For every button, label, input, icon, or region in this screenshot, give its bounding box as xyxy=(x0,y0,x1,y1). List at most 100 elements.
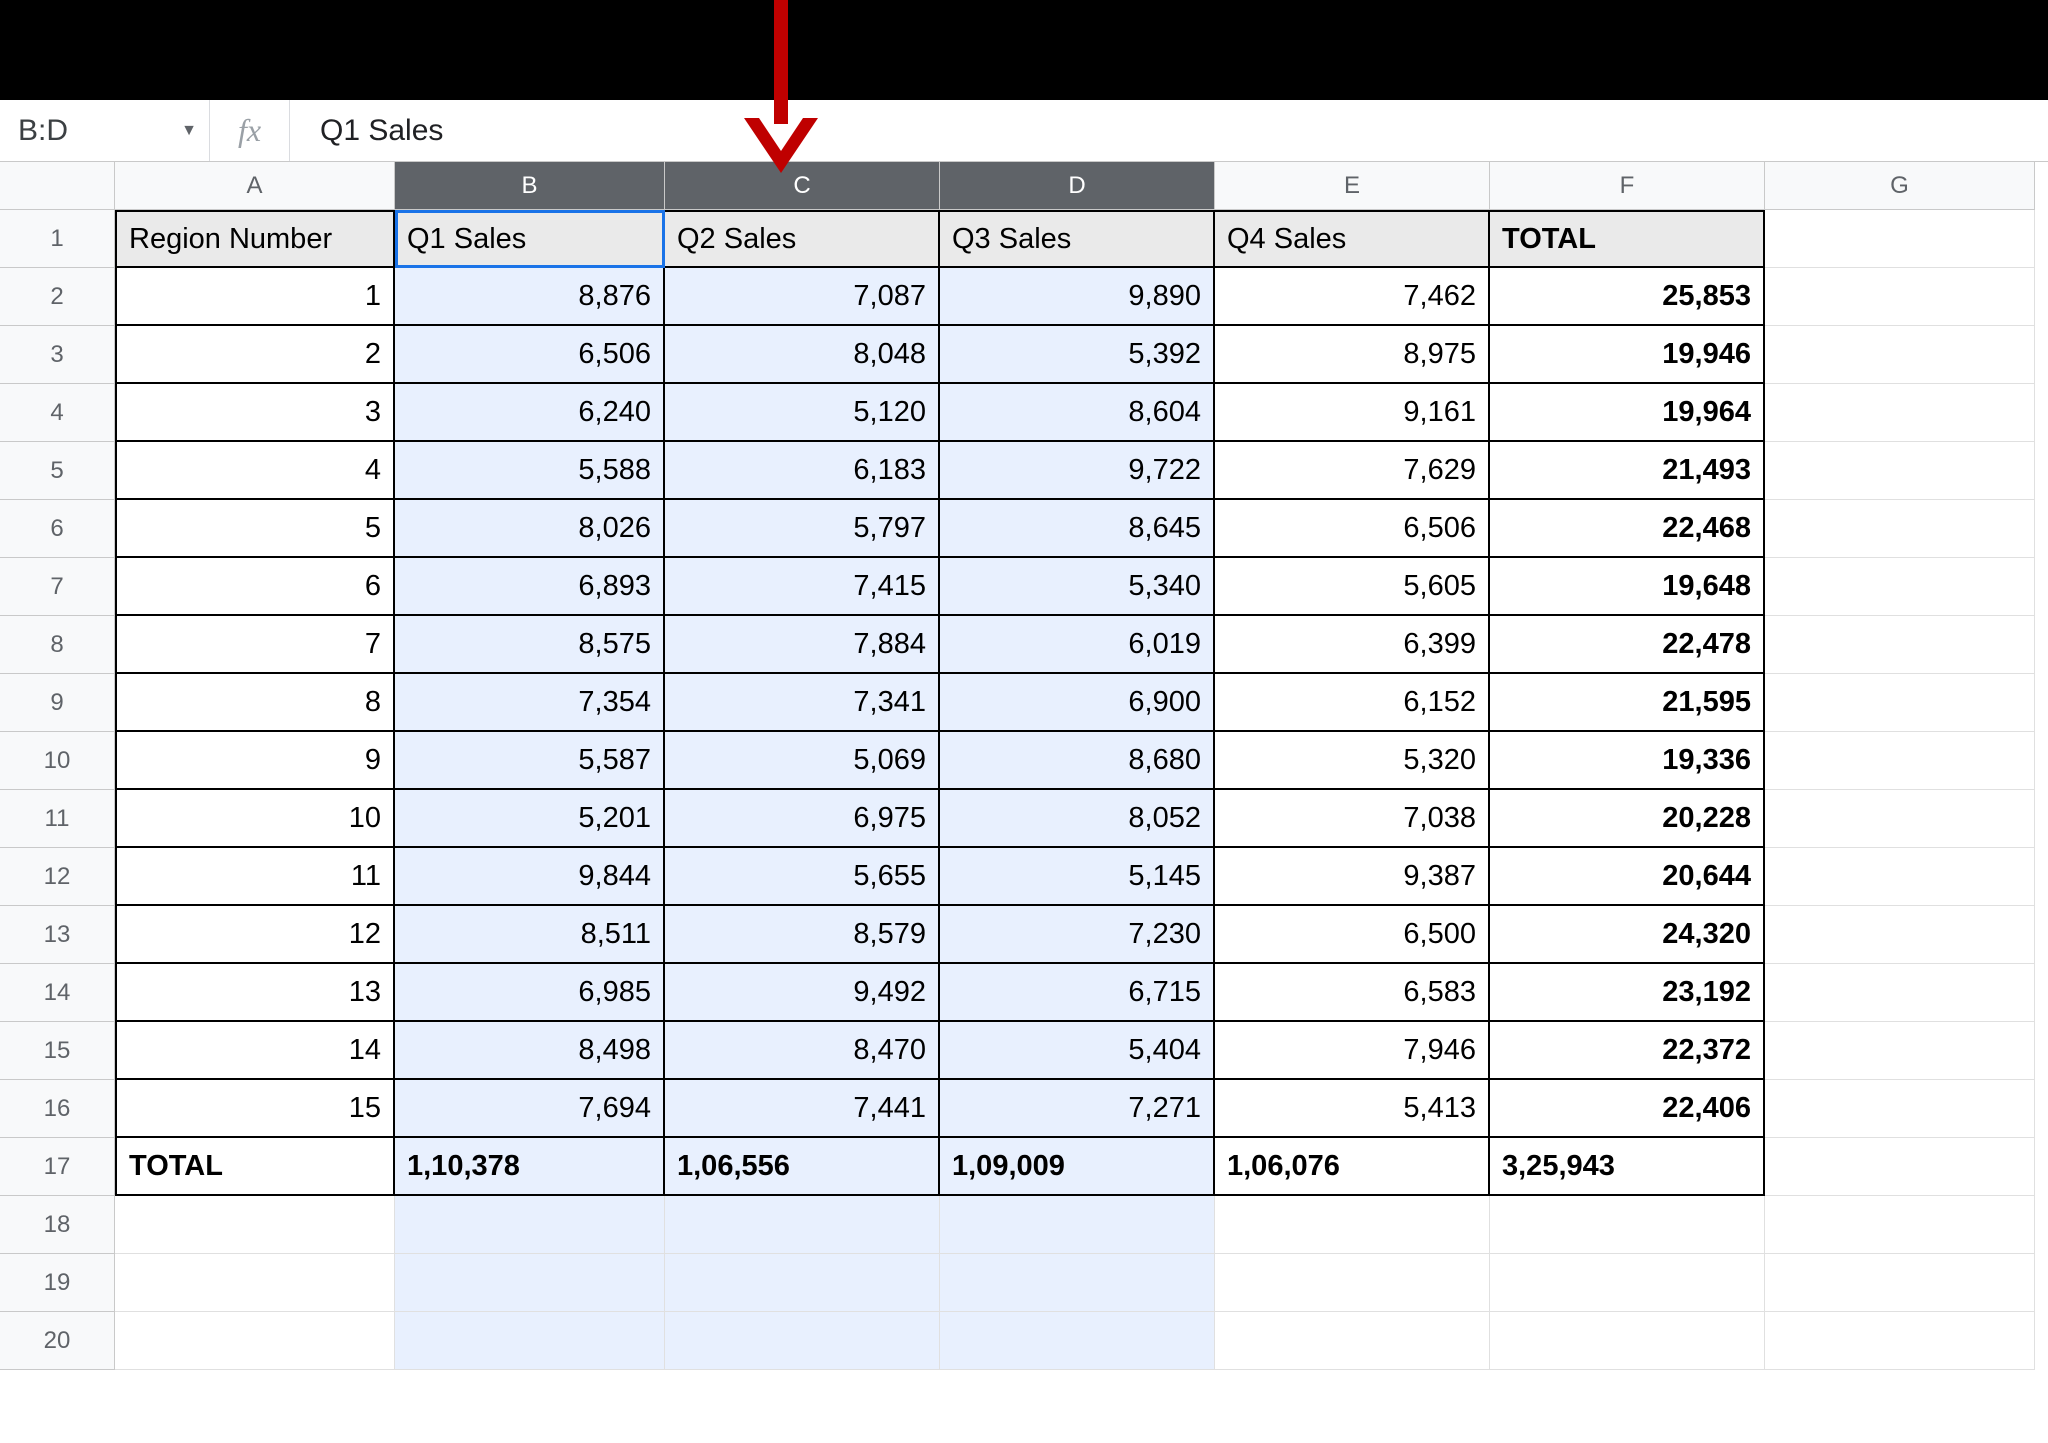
cell[interactable]: Region Number xyxy=(115,210,395,268)
cell[interactable] xyxy=(1765,616,2035,674)
cell[interactable]: 1,06,076 xyxy=(1215,1138,1490,1196)
cell[interactable]: 25,853 xyxy=(1490,268,1765,326)
row-header-2[interactable]: 2 xyxy=(0,268,115,326)
cell[interactable] xyxy=(1490,1196,1765,1254)
cell[interactable]: 7,087 xyxy=(665,268,940,326)
column-header-D[interactable]: D xyxy=(940,162,1215,210)
cell[interactable] xyxy=(1765,384,2035,442)
cell[interactable]: 9,722 xyxy=(940,442,1215,500)
row-header-12[interactable]: 12 xyxy=(0,848,115,906)
name-box-dropdown-icon[interactable]: ▼ xyxy=(181,122,209,140)
cell[interactable] xyxy=(1490,1312,1765,1370)
cell[interactable] xyxy=(1765,326,2035,384)
row-header-5[interactable]: 5 xyxy=(0,442,115,500)
cell[interactable]: 8,645 xyxy=(940,500,1215,558)
row-header-7[interactable]: 7 xyxy=(0,558,115,616)
cell[interactable]: 13 xyxy=(115,964,395,1022)
cell[interactable]: 24,320 xyxy=(1490,906,1765,964)
cell[interactable]: 7,271 xyxy=(940,1080,1215,1138)
cell[interactable]: 21,493 xyxy=(1490,442,1765,500)
row-header-15[interactable]: 15 xyxy=(0,1022,115,1080)
cell[interactable]: 1,09,009 xyxy=(940,1138,1215,1196)
row-header-8[interactable]: 8 xyxy=(0,616,115,674)
row-header-9[interactable]: 9 xyxy=(0,674,115,732)
cell[interactable]: 9,387 xyxy=(1215,848,1490,906)
cell[interactable]: 8,048 xyxy=(665,326,940,384)
row-header-16[interactable]: 16 xyxy=(0,1080,115,1138)
cell[interactable]: 7,884 xyxy=(665,616,940,674)
cell[interactable] xyxy=(1765,500,2035,558)
cell[interactable]: 8,470 xyxy=(665,1022,940,1080)
cell[interactable]: Q3 Sales xyxy=(940,210,1215,268)
cell[interactable]: 19,946 xyxy=(1490,326,1765,384)
cell[interactable] xyxy=(1765,1080,2035,1138)
cell[interactable]: 4 xyxy=(115,442,395,500)
row-header-10[interactable]: 10 xyxy=(0,732,115,790)
row-header-18[interactable]: 18 xyxy=(0,1196,115,1254)
cell[interactable]: 1 xyxy=(115,268,395,326)
cell[interactable] xyxy=(1765,964,2035,1022)
cell[interactable]: 9,161 xyxy=(1215,384,1490,442)
cell[interactable]: 5,392 xyxy=(940,326,1215,384)
cell[interactable]: 5,413 xyxy=(1215,1080,1490,1138)
row-header-1[interactable]: 1 xyxy=(0,210,115,268)
name-box[interactable]: B:D ▼ xyxy=(0,100,210,161)
cell[interactable] xyxy=(1765,1254,2035,1312)
cell[interactable]: 22,478 xyxy=(1490,616,1765,674)
cell[interactable]: 5,145 xyxy=(940,848,1215,906)
cell[interactable] xyxy=(1765,674,2035,732)
cell[interactable]: 7,038 xyxy=(1215,790,1490,848)
cell[interactable] xyxy=(940,1312,1215,1370)
cell[interactable]: 6,900 xyxy=(940,674,1215,732)
cell[interactable]: 9,492 xyxy=(665,964,940,1022)
cell[interactable]: 5,340 xyxy=(940,558,1215,616)
cell[interactable] xyxy=(1765,210,2035,268)
cell[interactable]: 22,406 xyxy=(1490,1080,1765,1138)
cell[interactable]: 6,985 xyxy=(395,964,665,1022)
cell[interactable] xyxy=(1765,732,2035,790)
cell[interactable]: 5,120 xyxy=(665,384,940,442)
cell[interactable]: 8,975 xyxy=(1215,326,1490,384)
cell[interactable] xyxy=(1765,1196,2035,1254)
cell[interactable]: 6 xyxy=(115,558,395,616)
cell[interactable]: 5,201 xyxy=(395,790,665,848)
cell[interactable]: 5,605 xyxy=(1215,558,1490,616)
cell[interactable]: 8,579 xyxy=(665,906,940,964)
cell[interactable]: 5,797 xyxy=(665,500,940,558)
cell[interactable] xyxy=(940,1196,1215,1254)
cell[interactable] xyxy=(1215,1312,1490,1370)
cell[interactable]: 7,629 xyxy=(1215,442,1490,500)
cell[interactable]: 7,341 xyxy=(665,674,940,732)
row-header-14[interactable]: 14 xyxy=(0,964,115,1022)
cell[interactable]: 6,715 xyxy=(940,964,1215,1022)
cell[interactable]: 5,588 xyxy=(395,442,665,500)
cell[interactable] xyxy=(395,1312,665,1370)
cell[interactable]: 5,069 xyxy=(665,732,940,790)
row-header-19[interactable]: 19 xyxy=(0,1254,115,1312)
cell[interactable]: 5,655 xyxy=(665,848,940,906)
cell[interactable]: 2 xyxy=(115,326,395,384)
cell[interactable]: 8,026 xyxy=(395,500,665,558)
cell[interactable]: 6,506 xyxy=(1215,500,1490,558)
row-header-6[interactable]: 6 xyxy=(0,500,115,558)
cell[interactable] xyxy=(1215,1254,1490,1312)
cell[interactable]: 12 xyxy=(115,906,395,964)
cell[interactable]: 7,415 xyxy=(665,558,940,616)
cell[interactable] xyxy=(115,1254,395,1312)
cell[interactable]: 22,372 xyxy=(1490,1022,1765,1080)
cell[interactable]: 7,441 xyxy=(665,1080,940,1138)
cell[interactable]: 8,680 xyxy=(940,732,1215,790)
cell[interactable]: 8,498 xyxy=(395,1022,665,1080)
cell[interactable]: 3 xyxy=(115,384,395,442)
column-header-B[interactable]: B xyxy=(395,162,665,210)
cell[interactable]: 8,876 xyxy=(395,268,665,326)
cell[interactable] xyxy=(395,1254,665,1312)
cell[interactable]: Q4 Sales xyxy=(1215,210,1490,268)
cell[interactable] xyxy=(115,1312,395,1370)
column-header-E[interactable]: E xyxy=(1215,162,1490,210)
cell[interactable]: 19,964 xyxy=(1490,384,1765,442)
cell[interactable]: 11 xyxy=(115,848,395,906)
cell[interactable]: 8,511 xyxy=(395,906,665,964)
row-header-3[interactable]: 3 xyxy=(0,326,115,384)
cell[interactable] xyxy=(1215,1196,1490,1254)
